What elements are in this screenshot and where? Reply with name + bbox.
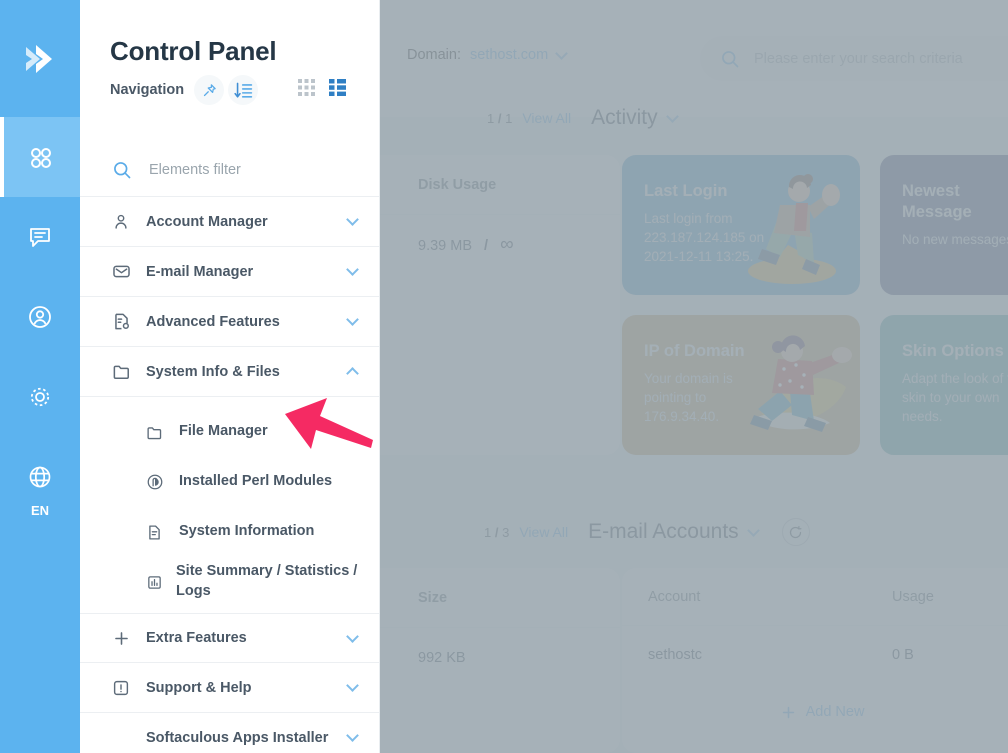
- grid-dashboard-icon: [30, 147, 51, 168]
- nav-item-support-help[interactable]: Support & Help: [80, 663, 379, 713]
- chevron-down-icon[interactable]: [346, 263, 359, 276]
- user-icon: [112, 213, 134, 231]
- nav-item-label: Extra Features: [146, 630, 247, 646]
- plus-icon: [112, 629, 134, 648]
- sort-button[interactable]: [228, 75, 259, 105]
- navigation-drawer: Control Panel Navigation Elements filter…: [80, 0, 380, 753]
- chevron-up-icon[interactable]: [346, 367, 359, 380]
- submenu-item-site-summary-statistics-logs[interactable]: Site Summary / Statistics / Logs: [80, 557, 379, 607]
- submenu-item-label: Site Summary / Statistics / Logs: [176, 563, 358, 599]
- pin-button[interactable]: [194, 75, 225, 105]
- chevron-down-icon[interactable]: [346, 729, 359, 742]
- nav-item-label: E-mail Manager: [146, 263, 254, 280]
- nav-item-label: Softaculous Apps Installer: [146, 729, 329, 746]
- nav-item-label: Account Manager: [146, 213, 268, 230]
- bar-chart-icon: [146, 574, 163, 591]
- sidebar-item-settings[interactable]: [0, 357, 80, 437]
- nav-item-advanced-features[interactable]: Advanced Features: [80, 297, 379, 347]
- app-logo[interactable]: [0, 0, 80, 117]
- search-icon: [114, 161, 131, 178]
- envelope-icon: [112, 262, 134, 281]
- chevron-down-icon[interactable]: [346, 629, 359, 643]
- nav-item-extra-features[interactable]: Extra Features: [80, 613, 379, 663]
- submenu-item-installed-perl-modules[interactable]: Installed Perl Modules: [80, 457, 379, 507]
- page-title: Control Panel: [110, 36, 277, 66]
- nav-item-label: Support & Help: [146, 679, 252, 696]
- grid-view-button[interactable]: [298, 79, 316, 101]
- sidebar-item-messages[interactable]: [0, 197, 80, 277]
- nav-item-system-info-files[interactable]: System Info & Files: [80, 347, 379, 397]
- folder-icon: [146, 424, 166, 441]
- app-root: Domain: sethost.com Please enter your se…: [0, 0, 1008, 753]
- document-gear-icon: [112, 312, 134, 331]
- sidebar-item-language[interactable]: [0, 437, 80, 517]
- navigation-label: Navigation: [110, 82, 185, 98]
- sidebar-item-dashboard[interactable]: [0, 117, 80, 197]
- nav-item-account-manager[interactable]: Account Manager: [80, 197, 379, 247]
- nav-item-softaculous-apps-installer[interactable]: Softaculous Apps Installer: [80, 713, 379, 753]
- double-chevron-logo: [26, 44, 52, 73]
- user-circle-icon: [29, 306, 51, 328]
- elements-filter[interactable]: Elements filter: [80, 143, 379, 197]
- nav-item-label: System Info & Files: [146, 363, 280, 380]
- perl-circle-icon: [146, 473, 166, 491]
- gear-icon: [30, 387, 50, 407]
- icon-rail: EN: [0, 0, 80, 753]
- alert-square-icon: [112, 679, 134, 697]
- nav-item-email-manager[interactable]: E-mail Manager: [80, 247, 379, 297]
- globe-icon: [29, 466, 51, 488]
- chevron-down-icon[interactable]: [346, 679, 359, 692]
- pin-icon: [203, 83, 216, 96]
- submenu-item-label: System Information: [179, 523, 315, 540]
- submenu-item-file-manager[interactable]: File Manager: [80, 407, 379, 457]
- file-text-icon: [146, 524, 166, 541]
- chevron-down-icon[interactable]: [346, 213, 359, 226]
- chevron-down-icon[interactable]: [346, 313, 359, 326]
- list-view-icon: [329, 79, 347, 97]
- nav-item-label: Advanced Features: [146, 313, 280, 330]
- view-toggle-group: [298, 79, 347, 101]
- folder-icon: [112, 362, 134, 381]
- list-view-button[interactable]: [329, 79, 347, 101]
- chat-bubble-icon: [30, 228, 50, 247]
- sidebar-item-account[interactable]: [0, 277, 80, 357]
- submenu-item-label: Installed Perl Modules: [179, 473, 333, 490]
- submenu-system-info-files: File Manager Installed Perl Modules Syst…: [80, 397, 379, 613]
- submenu-item-label: File Manager: [179, 423, 268, 440]
- grid-view-icon: [298, 79, 316, 96]
- drawer-subheader: Navigation: [80, 67, 379, 105]
- sort-list-icon: [234, 82, 252, 98]
- elements-filter-input[interactable]: Elements filter: [149, 162, 241, 178]
- submenu-item-system-information[interactable]: System Information: [80, 507, 379, 557]
